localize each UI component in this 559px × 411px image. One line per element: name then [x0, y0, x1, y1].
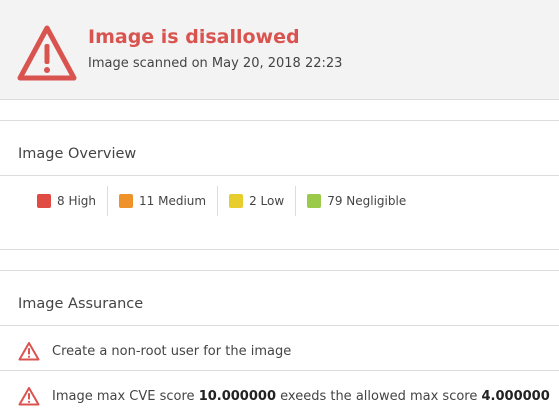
cve-score: 10.000000	[198, 388, 276, 404]
divider	[0, 325, 559, 326]
divider	[0, 270, 559, 271]
chip-label: 2 Low	[249, 194, 285, 208]
assurance-title: Image Assurance	[18, 296, 144, 312]
warning-triangle-icon	[18, 387, 40, 406]
divider	[0, 370, 559, 371]
warning-triangle-icon	[17, 25, 77, 81]
severity-chip-low[interactable]: 2 Low	[218, 186, 297, 216]
chip-label: 8 High	[57, 194, 97, 208]
scan-timestamp: Image scanned on May 20, 2018 22:23	[88, 56, 343, 71]
divider	[0, 249, 559, 250]
severity-chip-negligible[interactable]: 79 Negligible	[296, 186, 417, 216]
overview-title: Image Overview	[18, 146, 137, 162]
assurance-item-text: Create a non-root user for the image	[52, 343, 292, 359]
cve-text-middle: exeeds the allowed max score	[276, 388, 482, 404]
chip-label: 11 Medium	[139, 194, 207, 208]
max-score: 4.000000	[481, 388, 550, 404]
severity-chip-medium[interactable]: 11 Medium	[108, 186, 219, 216]
assurance-item: Create a non-root user for the image	[18, 336, 559, 366]
assurance-item-text: Image max CVE score 10.000000 exeeds the…	[52, 389, 550, 404]
cve-text-prefix: Image max CVE score	[52, 388, 199, 404]
severity-chip-high[interactable]: 8 High	[26, 186, 109, 216]
assurance-item: Image max CVE score 10.000000 exeeds the…	[18, 381, 559, 411]
chip-label: 79 Negligible	[327, 194, 407, 208]
banner-title: Image is disallowed	[88, 26, 300, 48]
medium-color-swatch	[119, 194, 134, 208]
divider	[0, 175, 559, 176]
warning-triangle-icon	[18, 342, 40, 361]
negligible-color-swatch	[307, 194, 322, 208]
status-banner: Image is disallowed Image scanned on May…	[0, 0, 559, 100]
high-color-swatch	[37, 194, 51, 208]
severity-summary: 8 High 11 Medium 2 Low 79 Negligible	[26, 186, 417, 216]
low-color-swatch	[229, 194, 244, 208]
divider	[0, 120, 559, 121]
